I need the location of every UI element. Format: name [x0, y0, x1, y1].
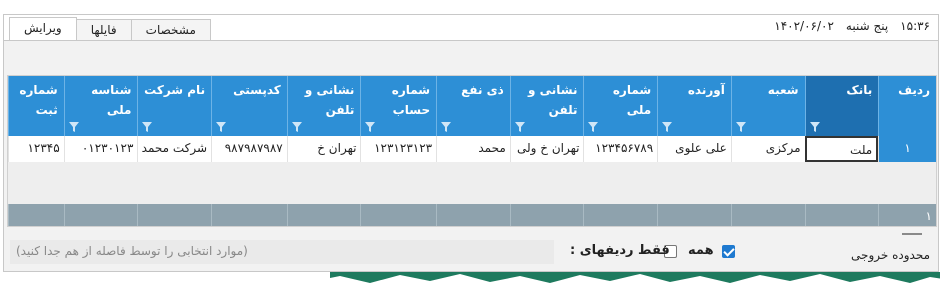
- cell-postal-code[interactable]: ۹۸۷۹۸۷۹۸۷: [211, 136, 287, 162]
- col-label: ذی نفع: [461, 83, 504, 97]
- window: ۱۵:۳۶ پنج شنبه ۱۴۰۲/۰۶/۰۲ ویرایش فایلها …: [0, 0, 950, 302]
- col-label: آورنده: [687, 83, 725, 97]
- footer-cell: [63, 204, 138, 226]
- col-header-national-code[interactable]: شناسه ملی: [63, 76, 138, 136]
- day-text: پنج شنبه: [845, 19, 889, 33]
- col-label: شماره ثبت: [19, 83, 58, 117]
- footer-cell: [360, 204, 436, 226]
- filter-icon[interactable]: [216, 122, 227, 132]
- cell-beneficiary[interactable]: محمد: [436, 136, 510, 162]
- header-divider: [4, 40, 938, 41]
- cell-national-code[interactable]: ۰۱۲۳۰۱۲۳: [63, 136, 138, 162]
- footer-cell: [730, 204, 805, 226]
- footer-cell: [137, 204, 211, 226]
- footer-cell: [657, 204, 731, 226]
- cell-bringer[interactable]: علی علوی: [657, 136, 731, 162]
- grid-empty-area: [8, 162, 936, 202]
- col-label: شعبه: [767, 83, 799, 97]
- all-label: همه: [688, 243, 714, 258]
- col-label: کدپستی: [233, 83, 281, 97]
- filter-icon[interactable]: [68, 122, 79, 132]
- grid-footer: ۱: [7, 204, 936, 226]
- tab-edit[interactable]: ویرایش: [9, 17, 77, 41]
- col-header-address-phone-2[interactable]: نشانی و تلفن: [286, 76, 361, 136]
- date-text: ۱۴۰۲/۰۶/۰۲: [774, 19, 834, 33]
- col-label: نشانی و تلفن: [527, 83, 578, 117]
- col-header-registration-number[interactable]: شماره ثبت: [7, 76, 64, 136]
- col-label: نشانی و تلفن: [304, 83, 355, 117]
- filter-icon[interactable]: [735, 122, 746, 132]
- table-row[interactable]: ۱ ملت مرکزی علی علوی ۱۲۳۴۵۶۷۸۹ تهران خ و…: [7, 136, 936, 162]
- col-label: بانک: [846, 83, 873, 97]
- filter-icon[interactable]: [142, 122, 153, 132]
- rows-input[interactable]: (موارد انتخابی را توسط فاصله از هم جدا ک…: [10, 240, 554, 264]
- filter-icon[interactable]: [291, 122, 302, 132]
- cell-company-name[interactable]: شرکت محمد: [137, 136, 211, 162]
- col-header-account-number[interactable]: شماره حساب: [360, 76, 436, 136]
- col-header-national-id[interactable]: شماره ملی: [583, 76, 657, 136]
- torn-bottom-edge: [0, 274, 950, 302]
- rows-only-label: فقط ردیفهای :: [570, 243, 670, 258]
- col-header-bringer[interactable]: آورنده: [657, 76, 731, 136]
- cell-bank[interactable]: ملت: [804, 136, 879, 162]
- data-grid: ردیف بانک شعبه آورنده شماره ملی نشانی و …: [7, 75, 937, 227]
- grid-header: ردیف بانک شعبه آورنده شماره ملی نشانی و …: [7, 76, 936, 136]
- col-header-branch[interactable]: شعبه: [730, 76, 805, 136]
- header-bar: ۱۵:۳۶ پنج شنبه ۱۴۰۲/۰۶/۰۲ ویرایش فایلها …: [4, 15, 938, 41]
- filter-icon[interactable]: [514, 122, 525, 132]
- cell-address-phone[interactable]: تهران خ ولی: [509, 136, 584, 162]
- cell-address-phone-2[interactable]: تهران خ: [286, 136, 361, 162]
- footer-cell: [804, 204, 879, 226]
- footer-count: ۱: [878, 204, 936, 226]
- output-range-label: محدوده خروجی: [851, 248, 930, 262]
- filter-icon[interactable]: [662, 122, 673, 132]
- all-checkbox[interactable]: [722, 245, 735, 258]
- footer-cell: [286, 204, 361, 226]
- row-number[interactable]: ۱: [878, 136, 936, 162]
- filter-icon[interactable]: [365, 122, 376, 132]
- col-header-bank[interactable]: بانک: [804, 76, 879, 136]
- col-label: شماره حساب: [391, 83, 431, 117]
- cell-national-id[interactable]: ۱۲۳۴۵۶۷۸۹: [583, 136, 657, 162]
- col-label: ردیف: [898, 83, 930, 97]
- splitter-handle[interactable]: [902, 233, 922, 235]
- footer-cell: [436, 204, 510, 226]
- tab-strip: ویرایش فایلها مشخصات: [9, 17, 211, 41]
- col-header-beneficiary[interactable]: ذی نفع: [436, 76, 510, 136]
- footer-cell: [509, 204, 584, 226]
- cell-account-number[interactable]: ۱۲۳۱۲۳۱۲۳: [360, 136, 436, 162]
- main-panel: ۱۵:۳۶ پنج شنبه ۱۴۰۲/۰۶/۰۲ ویرایش فایلها …: [3, 14, 939, 272]
- col-header-row[interactable]: ردیف: [878, 76, 936, 136]
- cell-registration-number[interactable]: ۱۲۳۴۵: [7, 136, 64, 162]
- filter-icon[interactable]: [441, 122, 452, 132]
- footer-cell: [211, 204, 287, 226]
- col-label: نام شرکت: [144, 83, 206, 97]
- datetime: ۱۵:۳۶ پنج شنبه ۱۴۰۲/۰۶/۰۲: [774, 19, 930, 33]
- filter-icon[interactable]: [809, 122, 820, 132]
- col-header-company-name[interactable]: نام شرکت: [137, 76, 211, 136]
- col-header-address-phone[interactable]: نشانی و تلفن: [509, 76, 584, 136]
- footer-cell: [583, 204, 657, 226]
- footer-cell: [7, 204, 64, 226]
- tab-files[interactable]: فایلها: [75, 19, 132, 41]
- col-header-postal-code[interactable]: کدپستی: [211, 76, 287, 136]
- time-text: ۱۵:۳۶: [900, 19, 930, 33]
- col-label: شناسه ملی: [91, 83, 132, 117]
- filter-icon[interactable]: [588, 122, 599, 132]
- tab-details[interactable]: مشخصات: [130, 19, 211, 41]
- col-label: شماره ملی: [612, 83, 652, 117]
- cell-branch[interactable]: مرکزی: [730, 136, 805, 162]
